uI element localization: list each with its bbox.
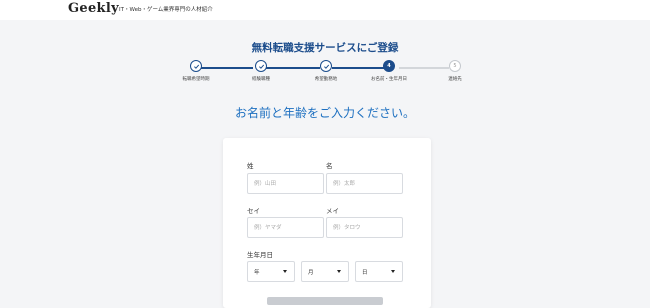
birth-day-select[interactable]: 日 <box>355 261 403 282</box>
site-tagline: IT・Web・ゲーム業界専門の人材紹介 <box>119 7 213 13</box>
last-name-input[interactable] <box>247 173 324 194</box>
profile-form-card: 姓 名 セイ メイ 生年月日 年 月 日 <box>223 138 431 308</box>
first-name-label: 名 <box>326 162 333 170</box>
step-4-label: お名前・生年月日 <box>371 77 407 82</box>
birth-year-select[interactable]: 年 <box>247 261 295 282</box>
step-5-circle: 5 <box>449 60 461 72</box>
step-3-label: 希望勤務地 <box>314 77 338 82</box>
step-2-circle <box>255 60 267 72</box>
step-connector <box>265 67 320 69</box>
caret-down-icon <box>337 270 341 273</box>
check-icon <box>193 64 199 69</box>
birth-day-value: 日 <box>362 270 368 276</box>
last-name-kana-input[interactable] <box>247 217 324 238</box>
step-connector <box>399 67 449 69</box>
step-1-label: 転職希望時期 <box>182 77 210 82</box>
check-icon <box>258 64 264 69</box>
check-icon <box>323 64 329 69</box>
step-connector <box>332 67 387 69</box>
first-name-kana-label: メイ <box>326 207 339 215</box>
step-3-circle <box>320 60 332 72</box>
first-name-kana-input[interactable] <box>326 217 403 238</box>
last-name-kana-label: セイ <box>247 207 260 215</box>
geekly-logo[interactable]: Geekly <box>68 1 119 16</box>
caret-down-icon <box>391 270 395 273</box>
next-button[interactable] <box>267 297 383 305</box>
form-heading: お名前と年齢をご入力ください。 <box>234 106 415 120</box>
caret-down-icon <box>283 270 287 273</box>
site-header: Geekly IT・Web・ゲーム業界専門の人材紹介 <box>0 0 650 20</box>
step-4-circle: 4 <box>383 60 395 72</box>
last-name-label: 姓 <box>247 162 254 170</box>
progress-stepper: 4 5 転職希望時期 経験職種 希望勤務地 お名前・生年月日 連絡先 <box>0 60 650 90</box>
birth-year-value: 年 <box>254 270 260 276</box>
step-2-label: 経験職種 <box>252 77 270 82</box>
page-title: 無料転職支援サービスにご登録 <box>251 42 399 54</box>
step-1-circle <box>190 60 202 72</box>
birth-month-value: 月 <box>308 270 314 276</box>
first-name-input[interactable] <box>326 173 403 194</box>
step-connector <box>197 67 253 69</box>
birthdate-label: 生年月日 <box>247 251 273 259</box>
step-5-label: 連絡先 <box>448 77 462 82</box>
birth-month-select[interactable]: 月 <box>301 261 349 282</box>
